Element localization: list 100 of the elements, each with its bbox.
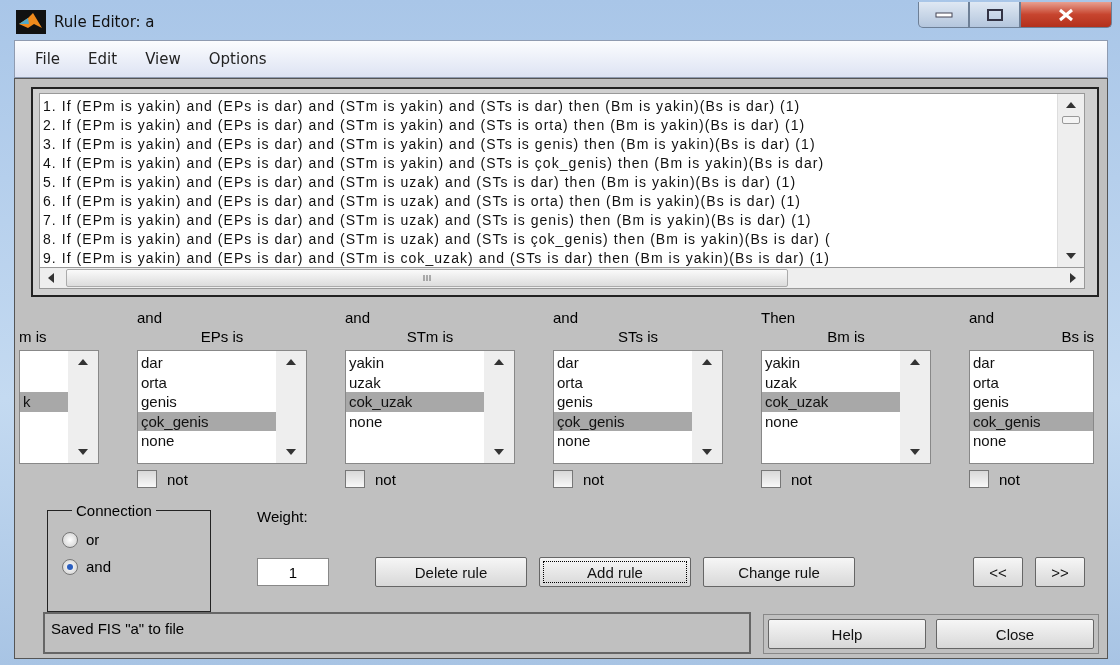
close-button[interactable] bbox=[1020, 2, 1112, 28]
rule-line[interactable]: 1. If (EPm is yakin) and (EPs is dar) and (STm is yakin) and (STs is dar) then (Bm is yakin)(Bs is dar) (1) bbox=[43, 97, 801, 116]
rule-button[interactable]: Change rule bbox=[703, 557, 855, 587]
rule-line[interactable]: 3. If (EPm is yakin) and (EPs is dar) and (STm is yakin) and (STs is genis) then (Bm is yakin)(Bs is dar) (1) bbox=[43, 135, 816, 154]
list-item[interactable]: cok_uzak bbox=[346, 392, 484, 412]
list-item[interactable]: yakin bbox=[346, 353, 484, 373]
checkbox-label: not bbox=[999, 470, 1020, 488]
list-item[interactable]: dar bbox=[138, 353, 276, 373]
list-item[interactable]: uzak bbox=[346, 372, 484, 392]
menu-item[interactable]: Options bbox=[196, 46, 279, 72]
scroll-up-icon[interactable] bbox=[286, 359, 296, 365]
menu-item[interactable]: Edit bbox=[76, 46, 130, 72]
menu-item[interactable]: View bbox=[133, 46, 193, 72]
not-checkbox[interactable] bbox=[969, 470, 989, 488]
variable-label: EPs is bbox=[199, 328, 245, 347]
scroll-down-icon[interactable] bbox=[702, 449, 712, 455]
list-item[interactable]: genis bbox=[970, 392, 1093, 412]
list-item[interactable]: none bbox=[346, 411, 484, 431]
scroll-up-icon[interactable] bbox=[494, 359, 504, 365]
variable-label: m is bbox=[19, 328, 48, 347]
list-item[interactable]: orta bbox=[554, 372, 692, 392]
menu-item[interactable]: File bbox=[23, 46, 73, 72]
list-item[interactable]: orta bbox=[970, 372, 1093, 392]
membership-list[interactable]: k bbox=[19, 350, 99, 464]
group-title: Connection bbox=[75, 502, 153, 519]
scroll-right-icon[interactable] bbox=[1070, 273, 1076, 283]
not-checkbox[interactable] bbox=[761, 470, 781, 488]
membership-list[interactable]: yakin uzak cok_uzak none bbox=[761, 350, 931, 464]
radio-button[interactable] bbox=[62, 531, 78, 548]
rule-list[interactable] bbox=[39, 93, 1085, 268]
list-item[interactable]: genis bbox=[138, 392, 276, 412]
not-checkbox[interactable] bbox=[345, 470, 365, 488]
list-item[interactable]: cok_genis bbox=[970, 411, 1093, 431]
rule-line[interactable]: 5. If (EPm is yakin) and (EPs is dar) and (STm is uzak) and (STs is dar) then (Bm is yakin)(Bs is dar) (1) bbox=[43, 173, 797, 192]
list-item[interactable]: orta bbox=[138, 372, 276, 392]
minimize-icon bbox=[934, 11, 953, 18]
membership-list[interactable]: dar orta genis cok_genis none bbox=[969, 350, 1094, 464]
list-item[interactable]: genis bbox=[554, 392, 692, 412]
list-item[interactable]: cok_uzak bbox=[762, 392, 900, 412]
variable-label: STs is bbox=[617, 328, 659, 347]
scroll-down-icon[interactable] bbox=[910, 449, 920, 455]
maximize-icon bbox=[986, 8, 1003, 21]
not-checkbox[interactable] bbox=[137, 470, 157, 488]
scroll-up-icon[interactable] bbox=[78, 359, 88, 365]
nav-button[interactable]: << bbox=[973, 557, 1023, 587]
list-item[interactable]: uzak bbox=[762, 372, 900, 392]
not-checkbox[interactable] bbox=[553, 470, 573, 488]
list-item[interactable]: none bbox=[762, 411, 900, 431]
app-logo-icon bbox=[16, 10, 46, 34]
list-scrollbar[interactable] bbox=[484, 351, 514, 463]
scroll-down-icon[interactable] bbox=[494, 449, 504, 455]
membership-list[interactable]: dar orta genis çok_genis none bbox=[137, 350, 307, 464]
list-scrollbar[interactable] bbox=[692, 351, 722, 463]
rule-line[interactable]: 4. If (EPm is yakin) and (EPs is dar) and (STm is yakin) and (STs is çok_genis) then (Bm is yakin)(Bs is dar) bbox=[43, 154, 825, 173]
scroll-up-icon[interactable] bbox=[702, 359, 712, 365]
scroll-down-icon[interactable] bbox=[1066, 253, 1076, 259]
weight-input[interactable]: 1 bbox=[257, 558, 329, 586]
scroll-thumb[interactable] bbox=[66, 269, 788, 287]
checkbox-label: not bbox=[167, 470, 188, 488]
radio-label: or bbox=[86, 531, 100, 548]
list-item[interactable]: k bbox=[20, 392, 68, 412]
membership-list[interactable]: dar orta genis çok_genis none bbox=[553, 350, 723, 464]
list-scrollbar[interactable] bbox=[276, 351, 306, 463]
list-item[interactable]: dar bbox=[554, 353, 692, 373]
list-item[interactable]: none bbox=[138, 431, 276, 451]
scroll-down-icon[interactable] bbox=[78, 449, 88, 455]
horizontal-scrollbar[interactable] bbox=[39, 268, 1085, 289]
grip-icon bbox=[422, 274, 432, 282]
list-scrollbar[interactable] bbox=[68, 351, 98, 463]
scroll-left-icon[interactable] bbox=[48, 273, 54, 283]
list-scrollbar[interactable] bbox=[900, 351, 930, 463]
list-item[interactable]: none bbox=[554, 431, 692, 451]
scroll-thumb[interactable] bbox=[1062, 116, 1080, 124]
rule-line[interactable]: 8. If (EPm is yakin) and (EPs is dar) and (STm is uzak) and (STs is çok_genis) then (Bm is yakin)(Bs is dar) ( bbox=[43, 230, 831, 249]
dialog-button[interactable]: Help bbox=[768, 619, 926, 649]
scroll-up-icon[interactable] bbox=[910, 359, 920, 365]
scroll-up-icon[interactable] bbox=[1066, 102, 1076, 108]
list-item[interactable]: none bbox=[970, 431, 1093, 451]
minimize-button[interactable] bbox=[918, 2, 969, 28]
list-item[interactable]: yakin bbox=[762, 353, 900, 373]
list-item[interactable]: çok_genis bbox=[554, 411, 692, 431]
connective-label: and bbox=[137, 309, 163, 328]
rule-line[interactable]: 9. If (EPm is yakin) and (EPs is dar) and (STm is cok_uzak) and (STs is dar) then (Bm is yakin)(Bs is dar) (1) bbox=[43, 249, 830, 267]
radio-button[interactable] bbox=[62, 558, 78, 575]
status-message: Saved FIS "a" to file bbox=[43, 612, 751, 654]
rule-button[interactable]: Delete rule bbox=[375, 557, 527, 587]
rule-line[interactable]: 2. If (EPm is yakin) and (EPs is dar) and (STm is yakin) and (STs is orta) then (Bm is yakin)(Bs is dar) (1) bbox=[43, 116, 806, 135]
rule-line[interactable]: 7. If (EPm is yakin) and (EPs is dar) and (STm is uzak) and (STs is genis) then (Bm is yakin)(Bs is dar) (1) bbox=[43, 211, 812, 230]
scroll-down-icon[interactable] bbox=[286, 449, 296, 455]
connective-label: Then bbox=[761, 309, 796, 328]
connective-label: and bbox=[969, 309, 995, 328]
membership-list[interactable]: yakin uzak cok_uzak none bbox=[345, 350, 515, 464]
rule-button[interactable]: Add rule bbox=[539, 557, 691, 587]
dialog-button[interactable]: Close bbox=[936, 619, 1094, 649]
maximize-button[interactable] bbox=[969, 2, 1020, 28]
rule-line[interactable]: 6. If (EPm is yakin) and (EPs is dar) and (STm is uzak) and (STs is orta) then (Bm is yakin)(Bs is dar) (1) bbox=[43, 192, 802, 211]
list-item[interactable]: dar bbox=[970, 353, 1093, 373]
nav-button[interactable]: >> bbox=[1035, 557, 1085, 587]
vertical-scrollbar[interactable] bbox=[1057, 94, 1084, 267]
list-item[interactable]: çok_genis bbox=[138, 411, 276, 431]
